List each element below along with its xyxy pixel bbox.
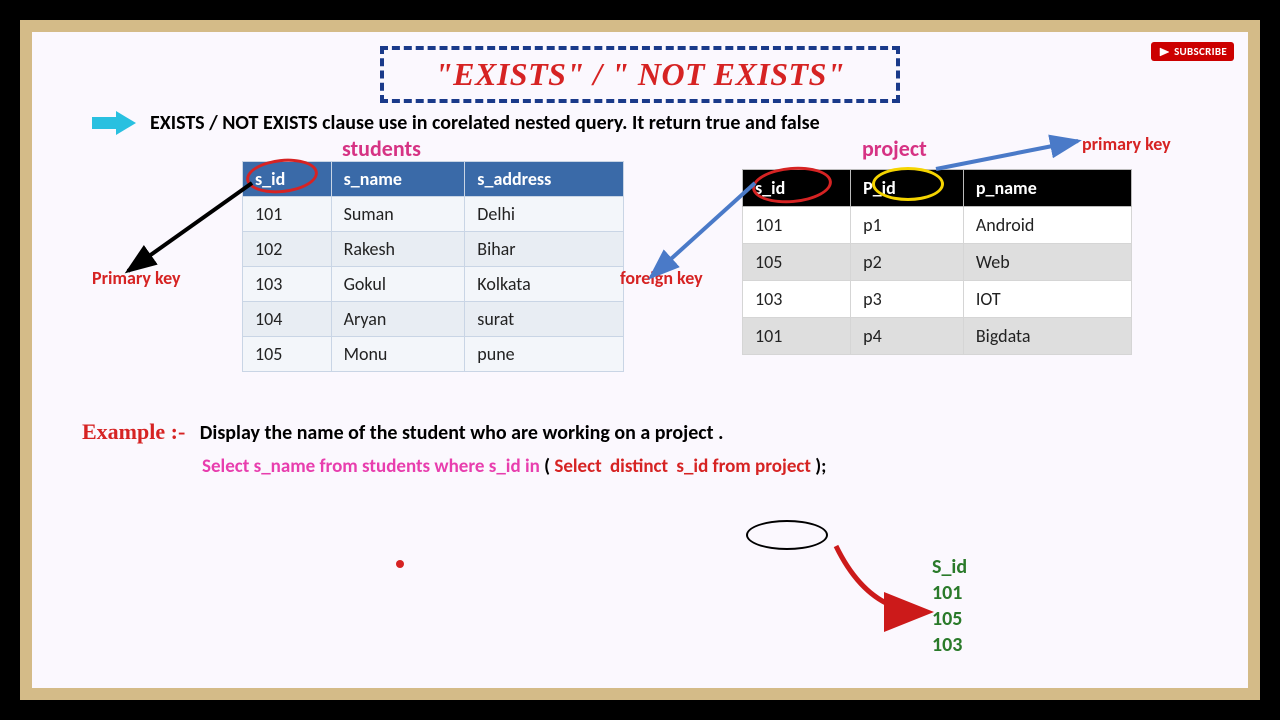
query-inner-select: Select — [554, 455, 601, 478]
statement-row: EXISTS / NOT EXISTS clause use in corela… — [92, 111, 1228, 135]
result-header: S_id — [932, 554, 967, 580]
primary-key-label-right: primary key — [1082, 133, 1171, 155]
col-p-id: P_id — [851, 170, 964, 207]
table-row: 103GokulKolkata — [243, 267, 624, 302]
students-table: s_id s_name s_address 101SumanDelhi 102R… — [242, 161, 624, 372]
slide-frame: SUBSCRIBE "EXISTS" / " NOT EXISTS" EXIST… — [20, 20, 1260, 700]
primary-key-label-left: Primary key — [92, 267, 181, 289]
foreign-key-label: foreign key — [620, 267, 703, 289]
subscribe-label: SUBSCRIBE — [1174, 45, 1227, 58]
students-label: students — [342, 135, 421, 162]
table-row: 102RakeshBihar — [243, 232, 624, 267]
result-column: S_id 101 105 103 — [932, 554, 967, 658]
result-item: 105 — [932, 606, 967, 632]
col-s-address: s_address — [465, 162, 624, 197]
paren-close: ); — [815, 455, 826, 478]
table-row: 105p2Web — [743, 244, 1132, 281]
query-inner-rest: s_id from project — [676, 455, 811, 478]
result-item: 103 — [932, 632, 967, 658]
col-s-name: s_name — [331, 162, 465, 197]
curved-arrow-icon — [828, 542, 938, 632]
project-table: s_id P_id p_name 101p1Android 105p2Web 1… — [742, 169, 1132, 355]
example-label: Example :- — [82, 419, 185, 444]
subscribe-button[interactable]: SUBSCRIBE — [1151, 42, 1234, 61]
arrow-right-icon — [92, 111, 136, 135]
table-header-row: s_id P_id p_name — [743, 170, 1132, 207]
col-p-name: p_name — [963, 170, 1131, 207]
table-row: 101p4Bigdata — [743, 318, 1132, 355]
table-row: 105Monupune — [243, 337, 624, 372]
pointer-dot-icon — [396, 560, 404, 568]
table-row: 101SumanDelhi — [243, 197, 624, 232]
sql-query: Select s_name from students where s_id i… — [202, 455, 1228, 478]
table-header-row: s_id s_name s_address — [243, 162, 624, 197]
slide-body: SUBSCRIBE "EXISTS" / " NOT EXISTS" EXIST… — [32, 32, 1248, 688]
page-title: "EXISTS" / " NOT EXISTS" — [435, 56, 845, 92]
table-row: 104Aryansurat — [243, 302, 624, 337]
example-row: Example :- Display the name of the stude… — [82, 419, 1228, 445]
title-box: "EXISTS" / " NOT EXISTS" — [380, 46, 900, 103]
statement-text: EXISTS / NOT EXISTS clause use in corela… — [150, 111, 820, 135]
paren-open: ( — [544, 455, 550, 478]
table-row: 101p1Android — [743, 207, 1132, 244]
tables-area: students project primary key s_id s_name… — [52, 137, 1228, 417]
result-item: 101 — [932, 580, 967, 606]
project-label: project — [862, 135, 927, 162]
example-text: Display the name of the student who are … — [200, 421, 724, 445]
circle-annotation-icon — [746, 520, 828, 550]
query-outer: Select s_name from students where s_id i… — [202, 455, 540, 478]
table-row: 103p3IOT — [743, 281, 1132, 318]
col-s-id: s_id — [743, 170, 851, 207]
col-s-id: s_id — [243, 162, 332, 197]
query-inner-distinct: distinct — [606, 455, 672, 478]
